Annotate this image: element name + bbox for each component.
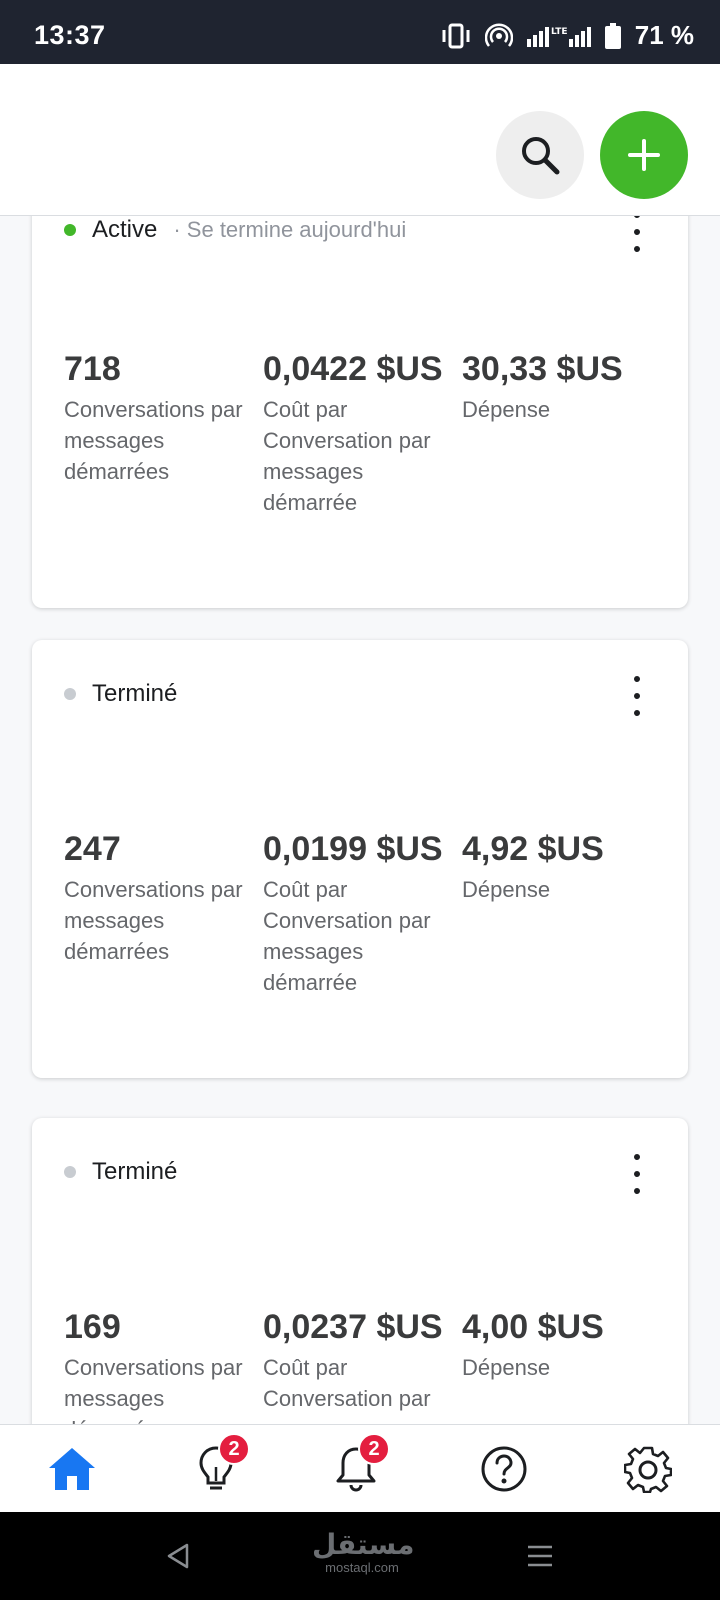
metric-label: Conversations par messages démarrées [64, 397, 243, 484]
metric-value: 0,0237 $US [263, 1308, 443, 1346]
status-dot-ended [64, 1166, 76, 1178]
metric-label: Coût par Conversation par messages démar… [263, 877, 431, 995]
metric-value: 30,33 $US [462, 350, 623, 388]
metric-label: Coût par Conversation par messages démar… [263, 397, 431, 515]
metric-label: Conversations par messages démarrées [64, 877, 243, 964]
watermark-latin: mostaql.com [325, 1560, 399, 1575]
metric-results: 247 Conversations par messages démarrées [64, 826, 249, 967]
menu-lines-icon [528, 1545, 552, 1567]
nav-insights[interactable]: 2 [186, 1433, 250, 1499]
search-icon [522, 137, 560, 175]
card-status: Terminé [64, 1158, 177, 1186]
campaign-card[interactable]: Active · Se termine aujourd'hui 718 Conv… [32, 216, 688, 608]
metric-label: Conversations par messages démarrées [64, 1355, 243, 1424]
status-dot-active [64, 224, 76, 236]
metric-spend: 4,00 $US Dépense [462, 1304, 672, 1383]
metric-cost-per-result: 0,0422 $US Coût par Conversation par mes… [263, 346, 448, 518]
metric-value: 169 [64, 1308, 121, 1346]
status-time: 13:37 [34, 20, 106, 50]
insights-badge: 2 [218, 1433, 250, 1465]
home-icon [49, 1448, 95, 1490]
metric-cost-per-result: 0,0237 $US Coût par Conversation par mes… [263, 1304, 448, 1424]
hotspot-icon [484, 22, 513, 47]
app-header [0, 64, 720, 216]
metric-spend: 30,33 $US Dépense [462, 346, 672, 425]
metric-value: 0,0199 $US [263, 830, 443, 868]
battery-icon [604, 22, 621, 49]
more-options-button[interactable] [626, 676, 648, 716]
metric-label: Dépense [462, 877, 551, 902]
gear-icon [624, 1446, 672, 1493]
nav-notifications[interactable]: 2 [326, 1433, 390, 1499]
card-status: Active · Se termine aujourd'hui [64, 216, 406, 244]
metric-results: 718 Conversations par messages démarrées [64, 346, 249, 487]
nav-settings[interactable] [618, 1439, 678, 1499]
system-menu-button[interactable] [520, 1536, 560, 1576]
campaign-card[interactable]: Terminé 169 Conversations par messages d… [32, 1118, 688, 1424]
watermark: مستقل mostaql.com [312, 1528, 415, 1576]
more-options-button[interactable] [626, 216, 648, 252]
metric-label: Dépense [462, 397, 551, 422]
metric-label: Coût par Conversation par messages démar… [263, 1355, 431, 1424]
metric-value: 0,0422 $US [263, 350, 443, 388]
battery-level: 71 % [634, 20, 694, 50]
status-bar: 13:37 LTE 71 % [0, 0, 720, 64]
metric-cost-per-result: 0,0199 $US Coût par Conversation par mes… [263, 826, 448, 998]
card-status: Terminé [64, 680, 177, 708]
notifications-badge: 2 [358, 1433, 390, 1465]
campaign-card[interactable]: Terminé 247 Conversations par messages d… [32, 640, 688, 1078]
search-button[interactable] [496, 111, 584, 199]
nav-home[interactable] [42, 1439, 102, 1499]
plus-icon [628, 139, 660, 171]
system-back-button[interactable] [158, 1536, 198, 1576]
back-triangle-icon [167, 1543, 189, 1569]
status-label: Terminé [92, 1158, 178, 1185]
more-options-button[interactable] [626, 1154, 648, 1194]
metric-results: 169 Conversations par messages démarrées [64, 1304, 249, 1424]
bottom-nav: 2 2 [0, 1424, 720, 1512]
signal-icon: LTE [526, 26, 591, 47]
status-sublabel: · Se termine aujourd'hui [173, 217, 407, 242]
status-label: Terminé [92, 680, 178, 707]
nav-help[interactable] [474, 1439, 534, 1499]
vibrate-icon [442, 23, 470, 48]
watermark-arabic: مستقل [312, 1528, 415, 1561]
metric-value: 4,92 $US [462, 830, 604, 868]
metric-label: Dépense [462, 1355, 551, 1380]
system-nav-bar: مستقل mostaql.com [0, 1512, 720, 1600]
metric-value: 718 [64, 350, 121, 388]
help-icon [481, 1446, 527, 1492]
status-icons: LTE 71 % [441, 20, 694, 51]
status-label: Active [92, 216, 158, 243]
metric-spend: 4,92 $US Dépense [462, 826, 672, 905]
status-dot-ended [64, 688, 76, 700]
metric-value: 247 [64, 830, 121, 868]
create-button[interactable] [600, 111, 688, 199]
campaign-list[interactable]: Active · Se termine aujourd'hui 718 Conv… [0, 216, 720, 1424]
svg-text:LTE: LTE [551, 27, 568, 37]
metric-value: 4,00 $US [462, 1308, 604, 1346]
